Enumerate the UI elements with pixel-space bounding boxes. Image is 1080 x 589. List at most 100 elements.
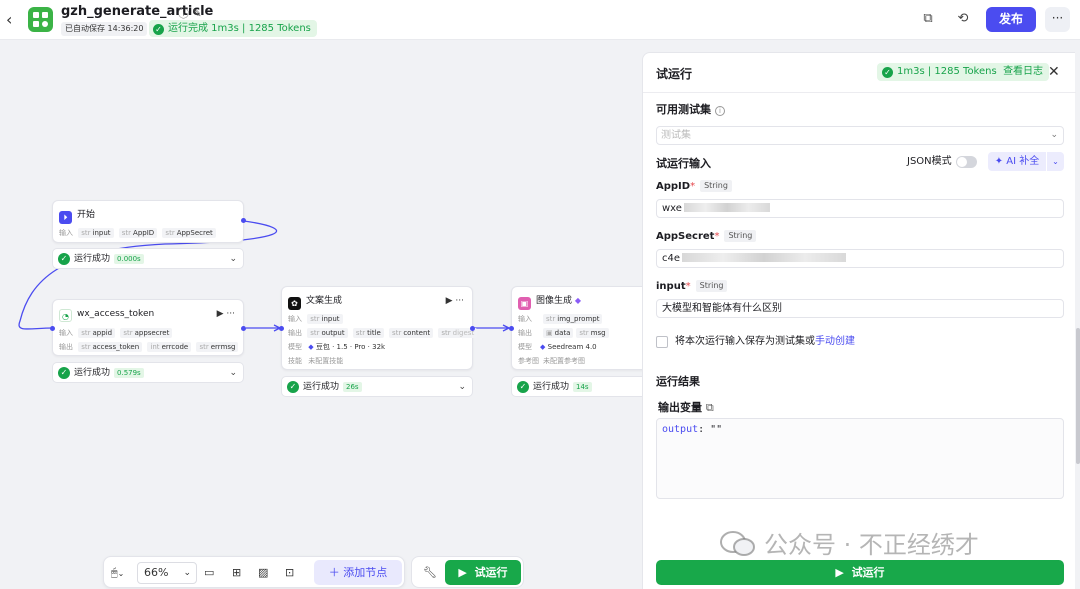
copy-icon[interactable]: ⧉ (920, 11, 936, 27)
more-icon[interactable]: ··· (1045, 7, 1070, 32)
node-start[interactable]: ⏵ 开始 输入 str input str AppID str AppSecret (52, 200, 244, 243)
input-section-title: 试运行输入 (656, 157, 711, 170)
view-log-link[interactable]: 查看日志 (1003, 66, 1043, 77)
input-port[interactable] (279, 326, 284, 331)
field-label-appid: AppID* String (656, 180, 732, 194)
more-icon[interactable]: ··· (226, 309, 235, 319)
output-port[interactable] (241, 326, 246, 331)
play-icon: ▶ (835, 566, 844, 579)
input-row: 输入 str img_prompt (518, 313, 603, 325)
redacted-value (682, 253, 847, 262)
check-icon: ✓ (287, 381, 299, 393)
param-tag: str access_token (78, 342, 143, 352)
trial-run-panel: 试运行 ✓ 1m3s | 1285 Tokens 查看日志 ✕ 可用测试集 i 测试… (642, 52, 1076, 589)
param-row: 输入 str input str AppID str AppSecret (59, 227, 216, 239)
json-mode-label: JSON模式 (907, 156, 952, 167)
node-status[interactable]: ✓ 运行成功 14s (511, 376, 642, 397)
play-icon[interactable]: ▶ (217, 309, 224, 319)
trial-run-button-panel[interactable]: ▶ 试运行 (656, 560, 1064, 585)
node-status[interactable]: ✓ 运行成功 0.000s ⌄ (52, 248, 244, 269)
manual-create-link[interactable]: 手动创建 (815, 336, 855, 347)
copy-icon[interactable]: ⧉ (706, 401, 714, 414)
plugin-icon: ◔ (59, 309, 72, 322)
history-icon[interactable]: ⟲ (955, 11, 971, 27)
chevron-down-icon[interactable]: ⌄ (458, 380, 466, 394)
output-var-label: 输出变量 ⧉ (658, 401, 714, 414)
canvas-toolbar: 🖱︎⌄ 66% ⌄ ▭ ⊞ ▨ ⊡ ＋ 添加节点 (103, 556, 405, 588)
input-row: 输入 str appid str appsecret (59, 327, 173, 339)
output-port[interactable] (241, 218, 246, 223)
input-field[interactable]: 大模型和智能体有什么区别 (656, 299, 1064, 318)
output-row: 输出 str access_token int errcode str errmsg (59, 341, 239, 353)
back-icon[interactable]: ‹ (6, 11, 20, 29)
appid-input[interactable]: wxe (656, 199, 1064, 218)
input-row: 输入 str input (288, 313, 343, 325)
testset-label: 可用测试集 i (656, 101, 725, 117)
run-summary-badge[interactable]: ✓ 1m3s | 1285 Tokens 查看日志 (877, 63, 1050, 81)
node-image-generation[interactable]: ▣ 图像生成 ◆ 输入 str img_prompt 输出 ▣ data str msg 模型… (511, 286, 642, 370)
top-bar: ‹ gzh_generate_article ⓘ ✎ 已自动保存 14:36:2… (0, 0, 1080, 40)
play-icon[interactable]: ▶ (446, 296, 453, 306)
field-label-appsecret: AppSecret* String (656, 230, 757, 244)
comment-icon[interactable]: ▭ (204, 564, 214, 582)
trial-run-button[interactable]: ▶ 试运行 (445, 560, 521, 585)
debug-tool-icon[interactable]: 🔧︎ (423, 564, 437, 582)
more-icon[interactable]: ··· (455, 296, 464, 306)
watermark: 公众号 · 不正经绣才 (720, 528, 979, 562)
node-status[interactable]: ✓ 运行成功 0.579s ⌄ (52, 362, 244, 383)
add-node-button[interactable]: ＋ 添加节点 (314, 560, 402, 585)
check-icon: ✓ (517, 381, 529, 393)
scrollbar[interactable] (1076, 52, 1080, 589)
panel-title: 试运行 (656, 67, 693, 81)
node-copywriting[interactable]: ✿ 文案生成 ▶ ··· 输入 str input 输出 str output str… (281, 286, 478, 370)
workflow-canvas[interactable]: ⏵ 开始 输入 str input str AppID str AppSecret ✓ … (0, 41, 642, 589)
ref-row: 参考图 未配置参考图 (518, 357, 585, 365)
divider (643, 92, 1076, 93)
node-title: wx_access_token (77, 309, 155, 319)
chevron-down-icon: ⌄ (1050, 130, 1058, 140)
node-title: 图像生成 (536, 296, 573, 306)
output-port[interactable] (470, 326, 475, 331)
check-icon: ✓ (58, 253, 70, 265)
mouse-mode-icon[interactable]: 🖱︎⌄ (111, 564, 124, 583)
info-icon[interactable]: i (715, 106, 725, 116)
save-testset-checkbox[interactable] (656, 336, 668, 348)
testset-select[interactable]: 测试集 ⌄ (656, 126, 1064, 145)
zoom-select[interactable]: 66% ⌄ (137, 562, 197, 584)
publish-button[interactable]: 发布 (986, 7, 1036, 32)
output-box: output: "" (656, 418, 1064, 499)
node-title: 开始 (77, 210, 96, 220)
skill-row: 技能 未配置技能 (288, 357, 344, 365)
chevron-down-icon[interactable]: ⌄ (229, 252, 237, 266)
param-tag: str appsecret (120, 328, 173, 338)
fit-view-icon[interactable]: ⊡ (285, 564, 294, 582)
node-wx-access-token[interactable]: ◔ wx_access_token ▶ ··· 输入 str appid str ap… (52, 299, 244, 356)
chevron-down-icon: ⌄ (183, 568, 191, 578)
autosave-status: 已自动保存 14:36:20 (61, 22, 148, 36)
node-status[interactable]: ✓ 运行成功 26s ⌄ (281, 376, 473, 397)
param-tag: ▣ data (543, 328, 574, 338)
input-port[interactable] (509, 326, 514, 331)
appsecret-input[interactable]: c4e (656, 249, 1064, 268)
edit-icon[interactable]: ✎ (193, 7, 202, 20)
param-tag: str input (307, 314, 343, 324)
run-status-badge[interactable]: ✓ 运行完成 1m3s | 1285 Tokens (149, 20, 317, 37)
param-tag: int errcode (147, 342, 192, 352)
plus-icon: ＋ (328, 566, 340, 579)
param-tag: str msg (576, 328, 609, 338)
layout-icon[interactable]: ⊞ (232, 564, 241, 582)
close-icon[interactable]: ✕ (1048, 63, 1060, 81)
image-icon: ▣ (518, 297, 531, 310)
param-tag: str appid (78, 328, 116, 338)
input-port[interactable] (50, 326, 55, 331)
param-tag: str img_prompt (543, 314, 603, 324)
chevron-down-icon[interactable]: ⌄ (229, 366, 237, 380)
model-row: 模型 ◆ Seedream 4.0 (518, 343, 597, 351)
diamond-icon: ◆ (574, 296, 582, 305)
minimap-icon[interactable]: ▨ (258, 564, 268, 582)
ai-fill-button[interactable]: ✦ AI 补全 (988, 152, 1046, 171)
info-icon[interactable]: ⓘ (178, 7, 189, 20)
json-mode-toggle[interactable] (956, 156, 977, 168)
doubao-icon: ◆ (308, 343, 314, 351)
chevron-down-icon[interactable]: ⌄ (1047, 152, 1064, 171)
